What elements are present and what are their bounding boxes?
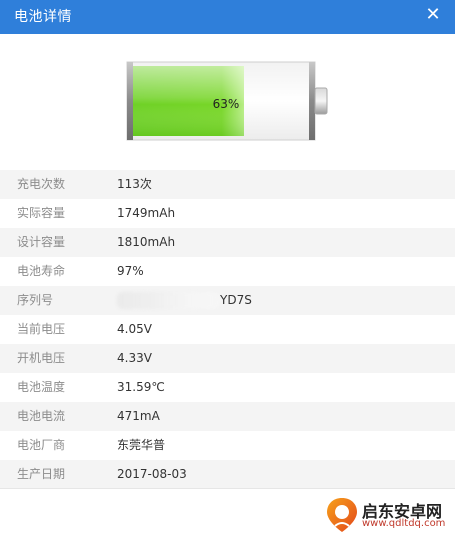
row-value: 1810mAh bbox=[117, 235, 176, 249]
row-value: 113次 bbox=[117, 177, 152, 191]
serial-redaction bbox=[117, 292, 220, 309]
watermark-url: www.qdltdq.com bbox=[362, 518, 446, 529]
row-value: 4.33V bbox=[117, 351, 152, 365]
battery-info-table: 充电次数 113次 实际容量 1749mAh 设计容量 1810mAh 电池寿命… bbox=[0, 170, 455, 489]
table-row: 电池电流 471mA bbox=[0, 402, 455, 431]
table-row: 电池厂商 东莞华普 bbox=[0, 431, 455, 460]
table-row: 实际容量 1749mAh bbox=[0, 199, 455, 228]
table-row: 电池温度 31.59℃ bbox=[0, 373, 455, 402]
row-label: 生产日期 bbox=[17, 467, 66, 481]
row-label: 当前电压 bbox=[17, 322, 66, 336]
table-row: 序列号 YD7S bbox=[0, 286, 455, 315]
row-value: 1749mAh bbox=[117, 206, 176, 220]
orange-pin-icon bbox=[327, 498, 357, 532]
row-value: 31.59℃ bbox=[117, 380, 165, 394]
table-row: 电池寿命 97% bbox=[0, 257, 455, 286]
row-value: 4.05V bbox=[117, 322, 152, 336]
table-row: 开机电压 4.33V bbox=[0, 344, 455, 373]
table-row: 充电次数 113次 bbox=[0, 170, 455, 199]
battery-details-window: 电池详情 ✕ 63% 充电次数 113次 实际容量 1749mAh 设计容量 1… bbox=[0, 0, 455, 537]
battery-icon: 63% bbox=[126, 61, 328, 141]
row-value: YD7S bbox=[220, 293, 252, 307]
row-value: 东莞华普 bbox=[117, 438, 166, 452]
battery-cap bbox=[314, 87, 328, 115]
battery-visual: 63% bbox=[0, 34, 455, 170]
close-button[interactable]: ✕ bbox=[423, 3, 443, 27]
row-value: 471mA bbox=[117, 409, 160, 423]
row-label: 序列号 bbox=[17, 293, 54, 307]
row-label: 电池温度 bbox=[17, 380, 66, 394]
watermark-logo: 启东安卓网 www.qdltdq.com bbox=[322, 496, 452, 534]
window-title: 电池详情 bbox=[14, 9, 72, 25]
row-label: 充电次数 bbox=[17, 177, 66, 191]
battery-level-label: 63% bbox=[213, 97, 240, 111]
table-row: 设计容量 1810mAh bbox=[0, 228, 455, 257]
table-row: 当前电压 4.05V bbox=[0, 315, 455, 344]
row-label: 实际容量 bbox=[17, 206, 66, 220]
row-label: 开机电压 bbox=[17, 351, 66, 365]
row-value: 2017-08-03 bbox=[117, 467, 187, 481]
row-label: 设计容量 bbox=[17, 235, 66, 249]
row-value: 97% bbox=[117, 264, 144, 278]
row-label: 电池厂商 bbox=[17, 438, 66, 452]
row-label: 电池电流 bbox=[17, 409, 66, 423]
row-label: 电池寿命 bbox=[17, 264, 66, 278]
title-bar: 电池详情 ✕ bbox=[0, 0, 455, 34]
table-row: 生产日期 2017-08-03 bbox=[0, 460, 455, 489]
table-divider bbox=[0, 488, 455, 489]
